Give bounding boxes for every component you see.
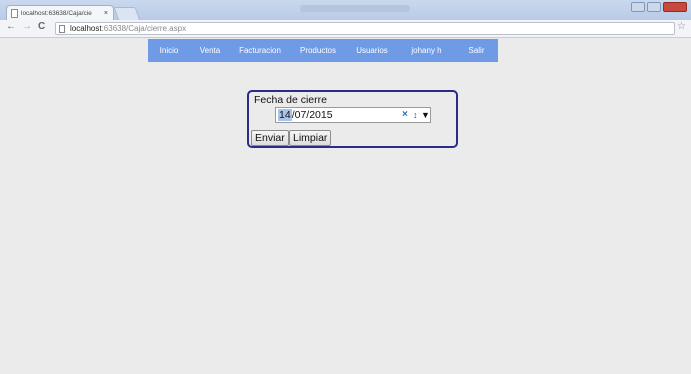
close-window-button[interactable] [663,2,687,12]
spin-buttons-icon[interactable]: ↕ [413,108,418,122]
closing-date-form: Fecha de cierre 14/07/2015 × ↕ ▼ Enviar … [247,90,458,148]
closing-date-input[interactable]: 14/07/2015 × ↕ ▼ [275,107,431,123]
tab-close-icon[interactable]: × [104,6,108,20]
clear-date-icon[interactable]: × [402,108,408,122]
browser-toolbar: ← → C localhost:63638/Caja/cierre.aspx ☆ [0,20,691,38]
bookmark-star-icon[interactable]: ☆ [677,21,686,32]
closing-date-label: Fecha de cierre [254,94,327,106]
menu-item-productos[interactable]: Productos [290,39,346,62]
tab-strip: localhost:63638/Caja/cie × [0,0,691,21]
menu-item-usuarios[interactable]: Usuarios [346,39,398,62]
reload-icon[interactable]: C [38,21,45,32]
back-arrow-icon[interactable]: ← [6,21,16,32]
date-month-year[interactable]: /07/2015 [292,109,333,121]
tab-title: localhost:63638/Caja/cie [21,10,92,17]
browser-chrome: localhost:63638/Caja/cie × ← → C localho… [0,0,691,38]
reset-button[interactable]: Limpiar [289,130,332,146]
forward-arrow-icon[interactable]: → [22,21,32,32]
url-host: localhost [70,24,102,33]
page-favicon-icon [11,9,18,18]
date-day-selected[interactable]: 14 [278,109,292,121]
menu-item-venta[interactable]: Venta [190,39,230,62]
menu-item-user[interactable]: johany h [398,39,455,62]
browser-tab[interactable]: localhost:63638/Caja/cie × [6,5,114,20]
page-content: Inicio Venta Facturacion Productos Usuar… [0,38,691,374]
nav-menu: Inicio Venta Facturacion Productos Usuar… [148,39,498,62]
menu-item-facturacion[interactable]: Facturacion [230,39,290,62]
submit-button[interactable]: Enviar [251,130,289,146]
page-icon [59,25,65,33]
menu-item-inicio[interactable]: Inicio [148,39,190,62]
date-dropdown-icon[interactable]: ▼ [421,108,430,122]
minimize-button[interactable] [631,2,645,12]
address-bar[interactable]: localhost:63638/Caja/cierre.aspx [55,22,675,35]
window-title-blurred [300,5,410,12]
url-path: :63638/Caja/cierre.aspx [101,24,187,33]
maximize-button[interactable] [647,2,661,12]
menu-item-salir[interactable]: Salir [455,39,498,62]
new-tab-button[interactable] [113,7,141,21]
